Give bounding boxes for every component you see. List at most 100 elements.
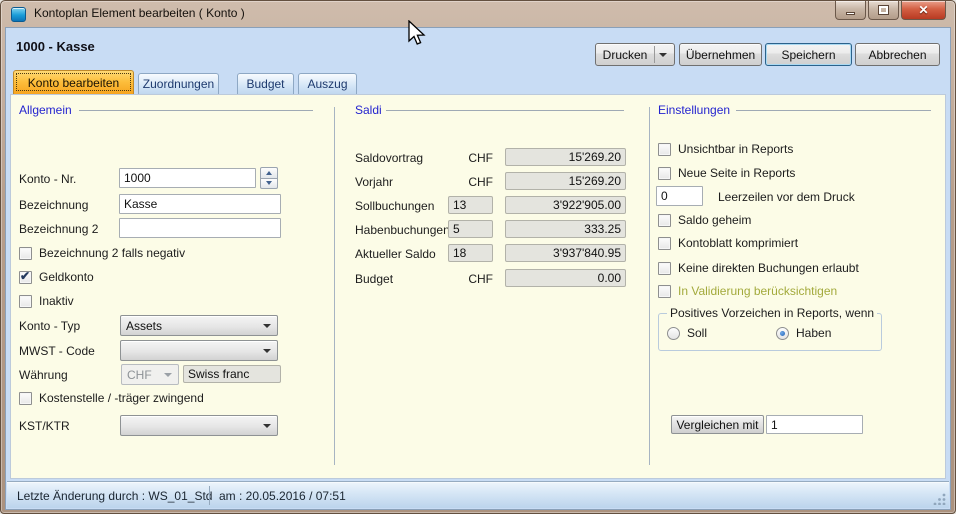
kostenstelle-checkbox[interactable]: ✔ bbox=[19, 392, 32, 405]
geldkonto-label: Geldkonto bbox=[39, 270, 94, 284]
konto-typ-select[interactable]: Assets bbox=[120, 315, 278, 336]
saldi-count-field: 18 bbox=[448, 244, 493, 262]
chevron-down-icon bbox=[164, 373, 172, 377]
saldi-row-label: Aktueller Saldo bbox=[355, 247, 436, 261]
saldi-row-label: Budget bbox=[355, 272, 393, 286]
validierung-label: In Validierung berücksichtigen bbox=[678, 284, 837, 298]
saldi-row-label: Sollbuchungen bbox=[355, 199, 434, 213]
tab-label: Konto bearbeiten bbox=[28, 76, 119, 90]
waehrung-code-select: CHF bbox=[121, 364, 179, 385]
leerzeilen-input[interactable] bbox=[656, 186, 703, 206]
mwst-code-select[interactable] bbox=[120, 340, 278, 361]
abbrechen-button[interactable]: Abbrechen bbox=[855, 43, 940, 66]
section-line bbox=[79, 110, 313, 111]
tab-budget[interactable]: Budget bbox=[237, 73, 294, 94]
uebernehmen-button-label: Übernehmen bbox=[686, 48, 755, 62]
maximize-button[interactable] bbox=[868, 1, 899, 20]
konto-nr-input[interactable] bbox=[119, 168, 256, 188]
account-title: 1000 - Kasse bbox=[16, 39, 95, 54]
bezeichnung2-negativ-label: Bezeichnung 2 falls negativ bbox=[39, 246, 185, 260]
kontoblatt-komprimiert-checkbox[interactable]: ✔ bbox=[658, 237, 671, 250]
keine-buchungen-label: Keine direkten Buchungen erlaubt bbox=[678, 261, 859, 275]
tab-label: Auszug bbox=[307, 77, 347, 91]
kst-ktr-select[interactable] bbox=[120, 415, 278, 436]
spinner-down-icon[interactable] bbox=[260, 178, 278, 190]
neue-seite-reports-checkbox[interactable]: ✔ bbox=[658, 167, 671, 180]
bezeichnung2-input[interactable] bbox=[119, 218, 281, 238]
vergleichen-mit-button[interactable]: Vergleichen mit bbox=[671, 415, 764, 434]
vergleichen-mit-button-label: Vergleichen mit bbox=[676, 418, 758, 432]
saldi-row-label: Saldovortrag bbox=[355, 151, 423, 165]
saldo-geheim-label: Saldo geheim bbox=[678, 213, 751, 227]
haben-radio-label: Haben bbox=[796, 326, 831, 340]
abbrechen-button-label: Abbrechen bbox=[868, 48, 926, 62]
speichern-button[interactable]: Speichern bbox=[765, 43, 852, 66]
tab-konto-bearbeiten[interactable]: Konto bearbeiten bbox=[13, 70, 134, 94]
check-icon: ✔ bbox=[20, 269, 30, 283]
saldi-count-field: 5 bbox=[448, 220, 493, 238]
saldi-row-label: Vorjahr bbox=[355, 175, 393, 189]
status-divider bbox=[209, 486, 210, 505]
minimize-icon bbox=[846, 12, 855, 15]
drucken-button[interactable]: Drucken bbox=[595, 43, 675, 66]
maximize-icon bbox=[879, 6, 888, 14]
kontoblatt-komprimiert-label: Kontoblatt komprimiert bbox=[678, 236, 798, 250]
section-line bbox=[736, 110, 931, 111]
validierung-checkbox[interactable]: ✔ bbox=[658, 285, 671, 298]
saldi-currency-label: CHF bbox=[448, 272, 493, 286]
waehrung-name-field: Swiss franc bbox=[183, 365, 281, 383]
saldi-row-label: Habenbuchungen bbox=[355, 223, 450, 237]
app-window: Kontoplan Element bearbeiten ( Konto ) ✕… bbox=[0, 0, 956, 514]
inaktiv-checkbox[interactable]: ✔ bbox=[19, 295, 32, 308]
vorzeichen-group-title: Positives Vorzeichen in Reports, wenn bbox=[667, 306, 877, 320]
resize-grip[interactable] bbox=[933, 492, 946, 505]
bezeichnung2-negativ-checkbox[interactable]: ✔ bbox=[19, 247, 32, 260]
geldkonto-checkbox[interactable]: ✔ bbox=[19, 271, 32, 284]
tab-label: Zuordnungen bbox=[143, 77, 214, 91]
chevron-down-icon bbox=[263, 324, 271, 328]
close-icon: ✕ bbox=[918, 3, 928, 17]
keine-buchungen-checkbox[interactable]: ✔ bbox=[658, 262, 671, 275]
bezeichnung-label: Bezeichnung bbox=[19, 198, 88, 212]
mouse-cursor bbox=[407, 20, 427, 48]
drucken-button-label: Drucken bbox=[603, 48, 648, 62]
konto-typ-label: Konto - Typ bbox=[19, 319, 80, 333]
radio-dot-icon bbox=[780, 331, 785, 336]
konto-bearbeiten-panel: Allgemein Konto - Nr. Bezeichnung Bezeic… bbox=[10, 94, 946, 479]
tab-auszug[interactable]: Auszug bbox=[298, 73, 357, 94]
status-date: am : 20.05.2016 / 07:51 bbox=[219, 489, 346, 503]
saldi-value-field: 15'269.20 bbox=[505, 172, 626, 190]
drucken-dropdown-arrow-icon[interactable] bbox=[659, 53, 667, 57]
konto-typ-value: Assets bbox=[126, 319, 162, 333]
kostenstelle-label: Kostenstelle / -träger zwingend bbox=[39, 391, 204, 405]
waehrung-label: Währung bbox=[19, 368, 68, 382]
haben-radio[interactable] bbox=[776, 327, 789, 340]
saldi-currency-label: CHF bbox=[448, 151, 493, 165]
waehrung-code-value: CHF bbox=[127, 368, 152, 382]
window-title: Kontoplan Element bearbeiten ( Konto ) bbox=[34, 6, 245, 20]
section-line bbox=[386, 110, 624, 111]
saldo-geheim-checkbox[interactable]: ✔ bbox=[658, 214, 671, 227]
bezeichnung2-label: Bezeichnung 2 bbox=[19, 222, 98, 236]
unsichtbar-reports-checkbox[interactable]: ✔ bbox=[658, 143, 671, 156]
tab-zuordnungen[interactable]: Zuordnungen bbox=[138, 73, 219, 94]
minimize-button[interactable] bbox=[835, 1, 866, 20]
status-bar: Letzte Änderung durch : WS_01_Std am : 2… bbox=[7, 481, 949, 508]
saldi-value-field: 333.25 bbox=[505, 220, 626, 238]
uebernehmen-button[interactable]: Übernehmen bbox=[679, 43, 762, 66]
konto-nr-spinner[interactable] bbox=[260, 167, 278, 189]
saldi-count-field: 13 bbox=[448, 196, 493, 214]
neue-seite-reports-label: Neue Seite in Reports bbox=[678, 166, 795, 180]
saldi-currency-label: CHF bbox=[448, 175, 493, 189]
saldi-value-field: 15'269.20 bbox=[505, 148, 626, 166]
mwst-code-label: MWST - Code bbox=[19, 344, 95, 358]
app-icon bbox=[11, 7, 26, 22]
soll-radio[interactable] bbox=[667, 327, 680, 340]
einstellungen-section-title: Einstellungen bbox=[658, 103, 730, 117]
vergleichen-mit-input[interactable] bbox=[766, 415, 863, 434]
bezeichnung-input[interactable] bbox=[119, 194, 281, 214]
saldi-section-title: Saldi bbox=[355, 103, 382, 117]
spinner-up-icon[interactable] bbox=[260, 167, 278, 178]
close-button[interactable]: ✕ bbox=[901, 1, 946, 20]
titlebar[interactable]: Kontoplan Element bearbeiten ( Konto ) ✕ bbox=[1, 1, 955, 27]
